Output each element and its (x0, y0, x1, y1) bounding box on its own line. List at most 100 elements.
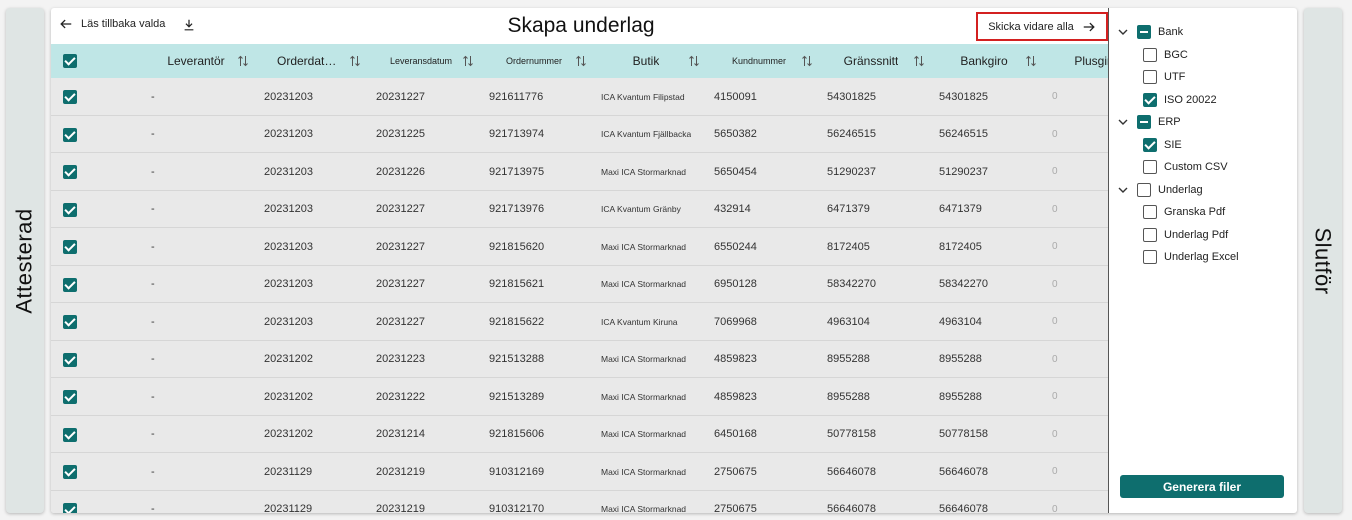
generate-files-button[interactable]: Generera filer (1120, 475, 1284, 498)
column-header-label: Leverantör (167, 54, 225, 68)
table-cell: 6471379 (939, 203, 982, 215)
column-header[interactable]: Butik (596, 44, 696, 78)
row-checkbox[interactable] (63, 502, 77, 513)
table-row[interactable]: - 20231203 20231226 921713975 Maxi ICA Storm… (51, 153, 1109, 191)
column-header-label: Gränssnitt (843, 54, 899, 68)
table-cell: Maxi ICA Stormarknad (601, 429, 687, 439)
table-row[interactable]: - 20231202 20231222 921513289 Maxi ICA Storm… (51, 378, 1109, 416)
chevron-down-icon[interactable] (1117, 26, 1129, 38)
slutfor-panel[interactable]: Slutför (1304, 8, 1342, 513)
chevron-down-icon[interactable] (1117, 116, 1129, 128)
tree-checkbox[interactable] (1143, 137, 1157, 152)
tree-node[interactable]: SIE (1143, 135, 1182, 155)
table-row[interactable]: - 20231129 20231219 910312170 Maxi ICA Storm… (51, 490, 1109, 513)
read-back-button[interactable]: Läs tillbaka valda (59, 17, 165, 31)
tree-checkbox[interactable] (1137, 115, 1151, 129)
row-checkbox[interactable] (63, 277, 77, 292)
column-header[interactable]: Bankgiro (934, 44, 1034, 78)
table-cell: 56646078 (939, 465, 988, 478)
column-header-label: Plusgiro (1074, 54, 1109, 68)
table-row[interactable]: - 20231203 20231227 921611776 ICA Kvantum Fi… (51, 78, 1109, 116)
table-cell: Maxi ICA Stormarknad (601, 466, 687, 477)
table-header: Leverantör Orderdatum Leveransdatum Ordernu… (51, 44, 1109, 78)
row-checkbox[interactable] (63, 465, 77, 479)
tree-checkbox[interactable] (1143, 160, 1157, 174)
tree-node-label: Underlag Pdf (1164, 228, 1229, 241)
sort-icon[interactable] (688, 54, 700, 68)
sort-icon[interactable] (575, 54, 587, 68)
table-row[interactable]: - 20231203 20231225 921713974 ICA Kvantum Fj… (51, 115, 1109, 153)
row-checkbox[interactable] (63, 165, 77, 179)
sort-icon[interactable] (349, 54, 361, 68)
table-row[interactable]: - 20231203 20231227 921815622 ICA Kvantum Ki… (51, 303, 1109, 341)
tree-node[interactable]: ISO 20022 (1143, 90, 1217, 110)
table-cell: 7069968 (714, 315, 757, 328)
tree-node[interactable]: ERP (1117, 112, 1181, 132)
tree-checkbox[interactable] (1143, 70, 1157, 84)
row-checkbox[interactable] (63, 90, 77, 104)
table-row[interactable]: - 20231203 20231227 921713976 ICA Kvantum Gr… (51, 190, 1109, 228)
tree-checkbox[interactable] (1143, 250, 1157, 264)
table-cell: 56246515 (939, 128, 988, 140)
tree-node-label: Underlag (1158, 183, 1203, 196)
row-checkbox[interactable] (63, 390, 77, 404)
tree-node[interactable]: Underlag Excel (1143, 247, 1239, 267)
table-row[interactable]: - 20231203 20231227 921815620 Maxi ICA Storm… (51, 228, 1109, 266)
tree-checkbox[interactable] (1143, 92, 1157, 107)
sort-icon[interactable] (462, 54, 474, 68)
tree-checkbox[interactable] (1143, 205, 1157, 219)
sort-icon[interactable] (801, 54, 813, 68)
table-cell: 20231214 (376, 428, 425, 440)
column-header[interactable]: Leveransdatum (371, 44, 471, 78)
column-header[interactable]: Leverantör (146, 44, 246, 78)
table-cell: - (151, 428, 155, 440)
select-all-checkbox[interactable] (63, 54, 77, 68)
column-header[interactable]: Orderdatum (259, 44, 359, 78)
column-header[interactable]: Plusgiro (1046, 44, 1109, 78)
send-all-button[interactable]: Skicka vidare alla (976, 12, 1108, 41)
tree-checkbox[interactable] (1137, 25, 1151, 39)
tree-node[interactable]: Underlag Pdf (1143, 225, 1228, 245)
sort-icon[interactable] (237, 54, 249, 68)
column-header[interactable]: Ordernummer (484, 44, 584, 78)
table-cell: 921815622 (489, 315, 545, 328)
chevron-down-icon[interactable] (1117, 184, 1129, 196)
tree-node[interactable]: Underlag (1117, 180, 1203, 200)
row-checkbox[interactable] (63, 352, 77, 367)
tree-node-label: Underlag Excel (1164, 251, 1239, 263)
table-cell: 50778158 (827, 428, 876, 440)
arrow-right-icon (1083, 22, 1095, 31)
tree-node[interactable]: Custom CSV (1143, 157, 1228, 177)
table-cell: Maxi ICA Stormarknad (601, 354, 687, 364)
table-cell: 5650382 (714, 128, 757, 140)
tree-node-label: ISO 20022 (1164, 93, 1217, 106)
table-cell: 20231203 (264, 165, 313, 178)
table-cell: 921513289 (489, 390, 545, 403)
table-cell: 4859823 (714, 390, 757, 403)
tree-checkbox[interactable] (1143, 47, 1157, 62)
row-checkbox[interactable] (63, 315, 77, 329)
row-checkbox[interactable] (63, 240, 77, 254)
tree-node[interactable]: Bank (1117, 22, 1183, 42)
tree-node[interactable]: BGC (1143, 45, 1188, 65)
column-header[interactable]: Kundnummer (709, 44, 809, 78)
table-cell: 20231202 (264, 428, 313, 440)
sort-icon[interactable] (1025, 54, 1037, 68)
tree-checkbox[interactable] (1143, 227, 1157, 242)
tree-node[interactable]: Granska Pdf (1143, 202, 1225, 222)
table-row[interactable]: - 20231202 20231223 921513288 Maxi ICA Storm… (51, 340, 1109, 378)
sort-icon[interactable] (913, 54, 925, 68)
column-header[interactable]: Gränssnitt (821, 44, 921, 78)
table-cell: 50778158 (939, 428, 988, 440)
attesterad-panel[interactable]: Attesterad (6, 8, 44, 513)
table-row[interactable]: - 20231129 20231219 910312169 Maxi ICA Storm… (51, 453, 1109, 491)
tree-checkbox[interactable] (1137, 182, 1151, 197)
table-row[interactable]: - 20231203 20231227 921815621 Maxi ICA Storm… (51, 265, 1109, 303)
row-checkbox[interactable] (63, 202, 77, 217)
table-row[interactable]: - 20231202 20231214 921815606 Maxi ICA Storm… (51, 415, 1109, 453)
table-cell: 921713974 (489, 128, 545, 140)
tree-node[interactable]: UTF (1143, 67, 1185, 87)
row-checkbox[interactable] (63, 427, 77, 442)
download-icon[interactable] (182, 18, 196, 32)
row-checkbox[interactable] (63, 127, 77, 142)
